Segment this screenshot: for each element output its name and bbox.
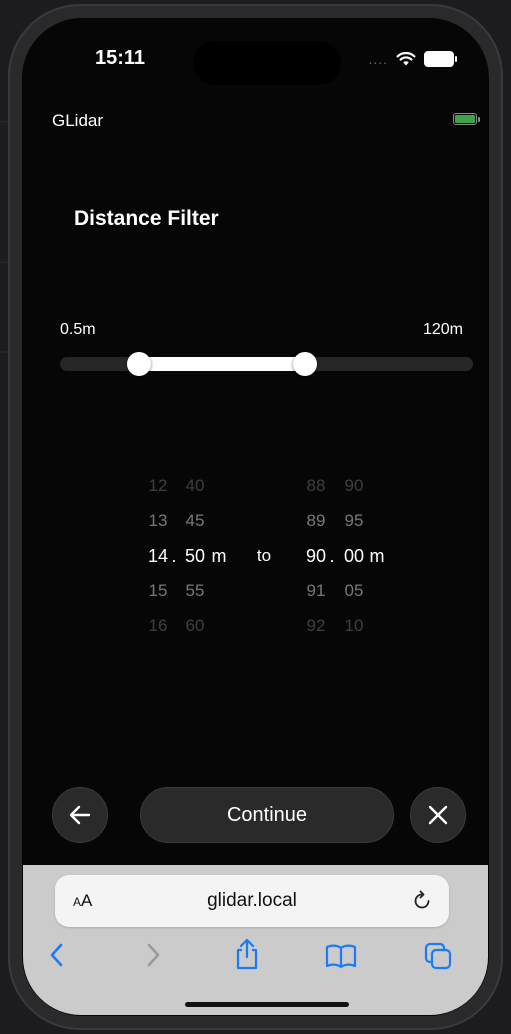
close-icon xyxy=(428,805,448,825)
cellular-signal-icon: .... xyxy=(368,51,388,67)
to-whole-option[interactable]: 91 xyxy=(301,579,331,603)
continue-button[interactable]: Continue xyxy=(140,787,394,843)
home-indicator xyxy=(185,1002,349,1007)
to-fraction-option[interactable]: 95 xyxy=(339,509,369,533)
to-fraction-option[interactable]: 90 xyxy=(339,474,369,498)
to-unit: m xyxy=(369,546,385,566)
address-bar[interactable]: AA glidar.local xyxy=(55,875,449,927)
app-title: GLidar xyxy=(52,111,104,130)
dynamic-island xyxy=(193,41,341,85)
device-battery-icon xyxy=(453,113,480,125)
slider-thumb-max[interactable] xyxy=(292,352,317,376)
url-text[interactable]: glidar.local xyxy=(55,890,449,912)
to-whole-option[interactable]: 92 xyxy=(301,614,331,638)
tabs-icon[interactable] xyxy=(423,941,453,971)
reload-icon[interactable] xyxy=(411,889,433,911)
battery-icon xyxy=(424,51,457,67)
range-min-label: 0.5m xyxy=(60,321,96,338)
to-fraction-selected[interactable]: 00 xyxy=(339,544,369,568)
close-button[interactable] xyxy=(410,787,466,843)
status-time: 15:11 xyxy=(94,47,146,69)
device-battery-level xyxy=(455,115,475,123)
share-icon[interactable] xyxy=(233,937,261,971)
to-fraction-option[interactable]: 10 xyxy=(339,614,369,638)
to-decimal-point: . xyxy=(329,546,335,566)
range-max-label: 120m xyxy=(422,321,463,338)
status-icons: .... xyxy=(368,49,457,69)
slider-thumb-min[interactable] xyxy=(126,352,151,376)
browser-back-icon[interactable] xyxy=(45,941,69,969)
to-fraction-option[interactable]: 05 xyxy=(339,579,369,603)
back-button[interactable] xyxy=(52,787,108,843)
arrow-left-icon xyxy=(69,805,91,825)
to-whole-option[interactable]: 89 xyxy=(301,509,331,533)
phone-screen: 15:11 .... GLidar Distance Filter 0.5m 1… xyxy=(23,19,488,1015)
wifi-icon xyxy=(396,51,416,66)
to-whole-option[interactable]: 88 xyxy=(301,474,331,498)
browser-forward-icon[interactable] xyxy=(141,941,165,969)
section-title: Distance Filter xyxy=(74,207,219,230)
distance-range-slider[interactable] xyxy=(60,352,473,376)
slider-selected-range xyxy=(138,357,305,371)
bookmarks-icon[interactable] xyxy=(325,943,357,969)
browser-toolbar: AA glidar.local xyxy=(23,865,488,1015)
